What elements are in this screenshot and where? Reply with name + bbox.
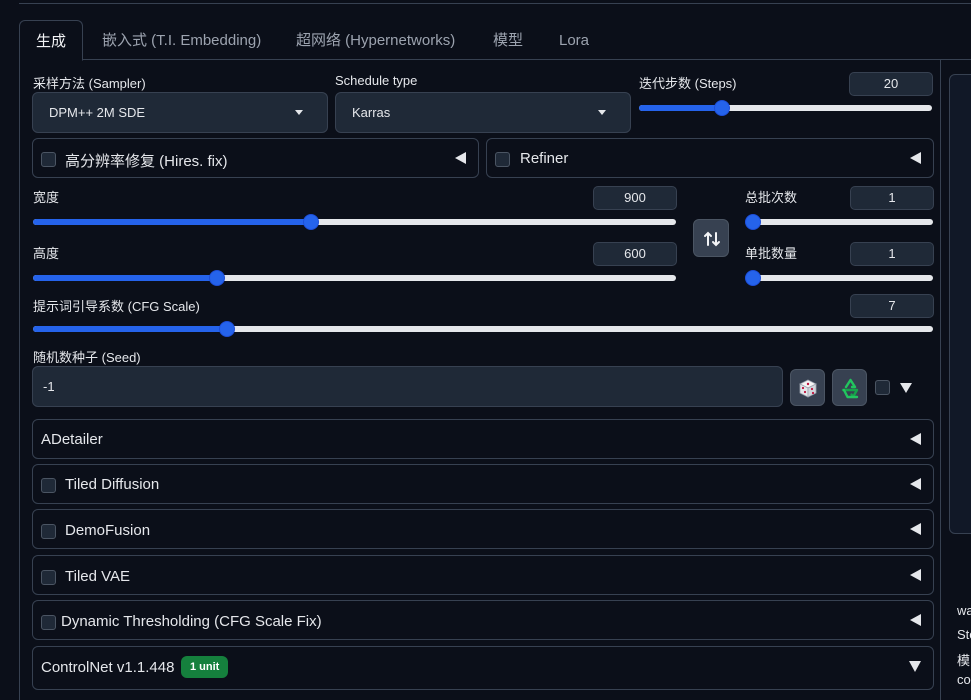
batch-count-label: 总批次数 [745, 190, 798, 205]
adetailer-accordion[interactable]: ADetailer [32, 419, 934, 459]
demofusion-accordion[interactable]: DemoFusion [32, 509, 934, 549]
cfg-scale-label: 提示词引导系数 (CFG Scale) [33, 299, 200, 314]
collapse-arrow-icon[interactable] [455, 152, 466, 164]
collapse-arrow-icon[interactable] [910, 569, 921, 581]
slider-thumb[interactable] [713, 100, 730, 116]
sampler-select[interactable]: DPM++ 2M SDE [32, 92, 328, 133]
tab-bar: 生成 嵌入式 (T.I. Embedding) 超网络 (Hypernetwor… [19, 20, 971, 61]
collapse-arrow-icon[interactable] [910, 523, 921, 535]
swap-dimensions-button[interactable] [693, 219, 729, 257]
cfg-scale-input[interactable]: 7 [850, 294, 934, 318]
collapse-arrow-icon[interactable] [910, 152, 921, 164]
dice-icon [799, 379, 817, 398]
recycle-icon [841, 378, 859, 399]
slider-thumb[interactable] [208, 270, 225, 286]
tiled-diffusion-accordion[interactable]: Tiled Diffusion [32, 464, 934, 504]
batch-size-label: 单批数量 [745, 246, 798, 261]
batch-count-slider[interactable] [745, 214, 933, 230]
steps-input[interactable]: 20 [849, 72, 933, 96]
slider-thumb[interactable] [302, 214, 319, 230]
cfg-scale-slider[interactable] [33, 321, 933, 337]
height-input[interactable]: 600 [593, 242, 677, 266]
height-slider[interactable] [33, 270, 676, 286]
chevron-down-icon [295, 110, 303, 115]
collapse-arrow-icon[interactable] [910, 433, 921, 445]
seed-label: 随机数种子 (Seed) [33, 350, 141, 365]
tiled-vae-label: Tiled VAE [65, 568, 131, 585]
tiled-diffusion-label: Tiled Diffusion [65, 476, 160, 493]
width-label: 宽度 [33, 190, 60, 205]
tab-generate[interactable]: 生成 [19, 20, 84, 61]
batch-size-input[interactable]: 1 [850, 242, 934, 266]
slider-fill [33, 326, 227, 332]
steps-label: 迭代步数 (Steps) [639, 76, 737, 91]
slider-fill [33, 219, 311, 225]
demofusion-label: DemoFusion [65, 522, 151, 539]
random-seed-button[interactable] [790, 369, 825, 406]
width-slider[interactable] [33, 214, 676, 230]
seed-extra-checkbox[interactable] [875, 380, 890, 395]
batch-size-slider[interactable] [745, 270, 933, 286]
slider-thumb[interactable] [745, 214, 761, 230]
hires-fix-accordion[interactable]: 高分辨率修复 (Hires. fix) [32, 138, 479, 178]
expand-arrow-icon[interactable] [909, 661, 921, 672]
steps-slider[interactable] [639, 100, 932, 116]
swap-icon [704, 231, 720, 247]
hires-fix-label: 高分辨率修复 (Hires. fix) [65, 153, 228, 170]
sampler-value: DPM++ 2M SDE [49, 105, 146, 120]
slider-fill [639, 105, 722, 111]
height-label: 高度 [33, 246, 60, 261]
tiled-vae-checkbox[interactable] [41, 570, 56, 585]
demofusion-checkbox[interactable] [41, 524, 56, 539]
collapse-arrow-icon[interactable] [910, 614, 921, 626]
slider-track [745, 275, 933, 281]
dynamic-thresholding-accordion[interactable]: Dynamic Thresholding (CFG Scale Fix) [32, 600, 934, 640]
collapse-arrow-icon[interactable] [910, 478, 921, 490]
slider-track [745, 219, 933, 225]
seed-input[interactable]: -1 [32, 366, 783, 407]
width-input[interactable]: 900 [593, 186, 677, 210]
tab-models[interactable]: 模型 [493, 20, 523, 60]
sampler-label: 采样方法 (Sampler) [33, 76, 146, 91]
output-info-line: 模 [957, 653, 971, 668]
tiled-diffusion-checkbox[interactable] [41, 478, 56, 493]
output-gallery-panel [949, 74, 971, 534]
controlnet-label: ControlNet v1.1.448 [41, 659, 175, 676]
controlnet-accordion[interactable]: ControlNet v1.1.448 1 unit [32, 646, 934, 690]
tiled-vae-accordion[interactable]: Tiled VAE [32, 555, 934, 595]
schedule-select[interactable]: Karras [335, 92, 631, 133]
chevron-down-icon [598, 110, 606, 115]
refiner-checkbox[interactable] [495, 152, 510, 167]
adetailer-label: ADetailer [41, 431, 103, 448]
slider-thumb[interactable] [218, 321, 235, 337]
batch-count-input[interactable]: 1 [850, 186, 934, 210]
dynamic-thresholding-checkbox[interactable] [41, 615, 56, 630]
refiner-label: Refiner [520, 150, 569, 167]
output-info-line: Ste [957, 627, 971, 642]
schedule-value: Karras [352, 105, 391, 120]
output-info-line: wa [957, 603, 971, 618]
tab-embedding[interactable]: 嵌入式 (T.I. Embedding) [102, 20, 261, 60]
slider-thumb[interactable] [745, 270, 761, 286]
tab-hypernetworks[interactable]: 超网络 (Hypernetworks) [296, 20, 455, 60]
dynamic-thresholding-label: Dynamic Thresholding (CFG Scale Fix) [61, 613, 322, 630]
tab-lora[interactable]: Lora [559, 20, 589, 60]
controlnet-unit-badge: 1 unit [181, 656, 229, 678]
refiner-accordion[interactable]: Refiner [486, 138, 934, 178]
reuse-seed-button[interactable] [832, 369, 867, 406]
top-divider [19, 0, 971, 4]
schedule-label: Schedule type [335, 73, 418, 88]
hires-fix-checkbox[interactable] [41, 152, 56, 167]
seed-extra-toggle-icon[interactable] [900, 383, 912, 393]
slider-fill [33, 275, 217, 281]
output-info-line: co [957, 672, 971, 687]
